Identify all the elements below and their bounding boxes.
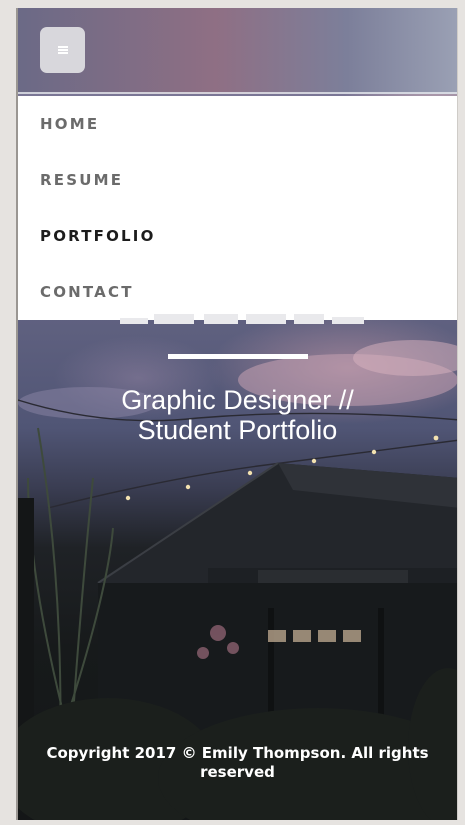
- header-divider: [18, 92, 457, 94]
- site-title-cutoff: [118, 314, 378, 326]
- nav-item-contact[interactable]: CONTACT: [18, 264, 457, 320]
- hero-subtitle-line1: Graphic Designer //: [121, 385, 354, 415]
- page-viewport: HOME RESUME PORTFOLIO CONTACT Graphic De…: [16, 8, 458, 820]
- menu-toggle-button[interactable]: [40, 27, 85, 73]
- hero-subtitle-line2: Student Portfolio: [137, 415, 338, 445]
- nav-menu: HOME RESUME PORTFOLIO CONTACT: [18, 96, 457, 320]
- nav-item-resume[interactable]: RESUME: [18, 152, 457, 208]
- title-underline: [168, 354, 308, 359]
- hamburger-icon: [57, 46, 68, 54]
- nav-item-portfolio[interactable]: PORTFOLIO: [18, 208, 457, 264]
- nav-item-home[interactable]: HOME: [18, 96, 457, 152]
- hero-subtitle: Graphic Designer // Student Portfolio: [18, 385, 457, 445]
- footer-copyright: Copyright 2017 © Emily Thompson. All rig…: [46, 744, 429, 781]
